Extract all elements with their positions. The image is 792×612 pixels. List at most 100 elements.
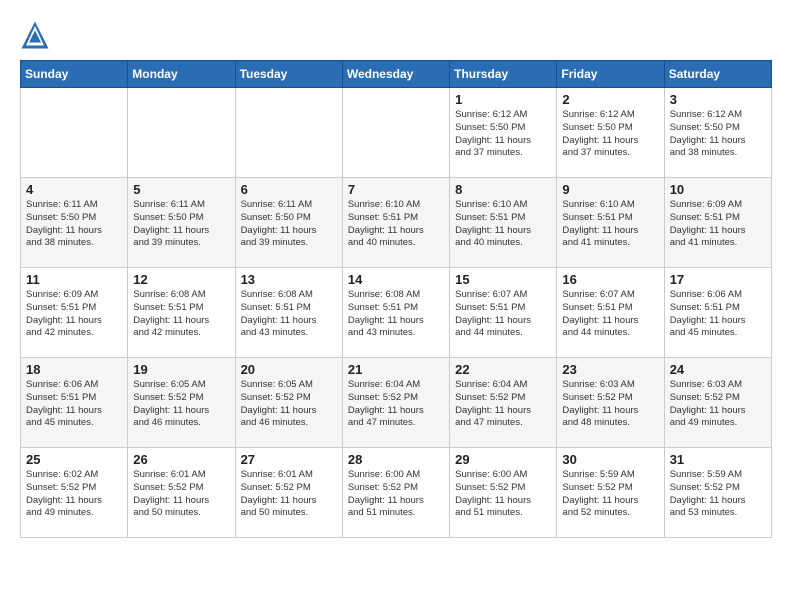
day-info: Sunrise: 6:03 AM Sunset: 5:52 PM Dayligh… xyxy=(562,379,658,430)
calendar-cell: 15 Sunrise: 6:07 AM Sunset: 5:51 PM Dayli… xyxy=(450,268,557,358)
day-number: 22 xyxy=(455,362,551,377)
day-number: 8 xyxy=(455,182,551,197)
day-info: Sunrise: 6:01 AM Sunset: 5:52 PM Dayligh… xyxy=(241,469,337,520)
day-number: 28 xyxy=(348,452,444,467)
calendar-cell: 16 Sunrise: 6:07 AM Sunset: 5:51 PM Dayli… xyxy=(557,268,664,358)
calendar-cell: 29 Sunrise: 6:00 AM Sunset: 5:52 PM Dayli… xyxy=(450,448,557,538)
calendar-cell: 14 Sunrise: 6:08 AM Sunset: 5:51 PM Dayli… xyxy=(342,268,449,358)
day-info: Sunrise: 6:10 AM Sunset: 5:51 PM Dayligh… xyxy=(348,199,444,250)
calendar-cell: 8 Sunrise: 6:10 AM Sunset: 5:51 PM Daylig… xyxy=(450,178,557,268)
day-info: Sunrise: 6:08 AM Sunset: 5:51 PM Dayligh… xyxy=(133,289,229,340)
day-info: Sunrise: 6:00 AM Sunset: 5:52 PM Dayligh… xyxy=(455,469,551,520)
calendar-cell xyxy=(128,88,235,178)
day-info: Sunrise: 6:11 AM Sunset: 5:50 PM Dayligh… xyxy=(133,199,229,250)
calendar-cell: 22 Sunrise: 6:04 AM Sunset: 5:52 PM Dayli… xyxy=(450,358,557,448)
calendar-cell: 3 Sunrise: 6:12 AM Sunset: 5:50 PM Daylig… xyxy=(664,88,771,178)
day-number: 31 xyxy=(670,452,766,467)
calendar-cell: 2Sunrise: 6:12 AM Sunset: 5:50 PM Daylig… xyxy=(557,88,664,178)
day-number: 26 xyxy=(133,452,229,467)
calendar-cell: 30 Sunrise: 5:59 AM Sunset: 5:52 PM Dayli… xyxy=(557,448,664,538)
calendar-cell: 5 Sunrise: 6:11 AM Sunset: 5:50 PM Daylig… xyxy=(128,178,235,268)
day-number: 11 xyxy=(26,272,122,287)
day-number: 23 xyxy=(562,362,658,377)
day-number: 17 xyxy=(670,272,766,287)
calendar-header-row: SundayMondayTuesdayWednesdayThursdayFrid… xyxy=(21,61,772,88)
day-info: Sunrise: 6:07 AM Sunset: 5:51 PM Dayligh… xyxy=(455,289,551,340)
day-number: 3 xyxy=(670,92,766,107)
calendar-cell: 7 Sunrise: 6:10 AM Sunset: 5:51 PM Daylig… xyxy=(342,178,449,268)
calendar-cell xyxy=(235,88,342,178)
day-number: 21 xyxy=(348,362,444,377)
day-info: Sunrise: 6:10 AM Sunset: 5:51 PM Dayligh… xyxy=(562,199,658,250)
day-info: Sunrise: 6:06 AM Sunset: 5:51 PM Dayligh… xyxy=(26,379,122,430)
day-info: Sunrise: 6:11 AM Sunset: 5:50 PM Dayligh… xyxy=(241,199,337,250)
day-number: 10 xyxy=(670,182,766,197)
day-number: 25 xyxy=(26,452,122,467)
calendar-cell: 26Sunrise: 6:01 AM Sunset: 5:52 PM Dayli… xyxy=(128,448,235,538)
day-header-wednesday: Wednesday xyxy=(342,61,449,88)
calendar-week-row: 25 Sunrise: 6:02 AM Sunset: 5:52 PM Dayli… xyxy=(21,448,772,538)
day-number: 14 xyxy=(348,272,444,287)
day-number: 16 xyxy=(562,272,658,287)
day-header-saturday: Saturday xyxy=(664,61,771,88)
calendar-cell: 4 Sunrise: 6:11 AM Sunset: 5:50 PM Daylig… xyxy=(21,178,128,268)
calendar-cell: 9Sunrise: 6:10 AM Sunset: 5:51 PM Daylig… xyxy=(557,178,664,268)
calendar-cell: 19Sunrise: 6:05 AM Sunset: 5:52 PM Dayli… xyxy=(128,358,235,448)
calendar-cell: 24Sunrise: 6:03 AM Sunset: 5:52 PM Dayli… xyxy=(664,358,771,448)
calendar-cell: 23 Sunrise: 6:03 AM Sunset: 5:52 PM Dayli… xyxy=(557,358,664,448)
day-info: Sunrise: 6:09 AM Sunset: 5:51 PM Dayligh… xyxy=(670,199,766,250)
day-number: 29 xyxy=(455,452,551,467)
logo xyxy=(20,20,54,50)
calendar-cell: 17 Sunrise: 6:06 AM Sunset: 5:51 PM Dayli… xyxy=(664,268,771,358)
calendar-cell: 27 Sunrise: 6:01 AM Sunset: 5:52 PM Dayli… xyxy=(235,448,342,538)
calendar-cell xyxy=(342,88,449,178)
calendar-cell: 12 Sunrise: 6:08 AM Sunset: 5:51 PM Dayli… xyxy=(128,268,235,358)
day-info: Sunrise: 6:05 AM Sunset: 5:52 PM Dayligh… xyxy=(133,379,229,430)
day-info: Sunrise: 6:05 AM Sunset: 5:52 PM Dayligh… xyxy=(241,379,337,430)
day-info: Sunrise: 6:00 AM Sunset: 5:52 PM Dayligh… xyxy=(348,469,444,520)
calendar-cell: 25 Sunrise: 6:02 AM Sunset: 5:52 PM Dayli… xyxy=(21,448,128,538)
day-info: Sunrise: 6:12 AM Sunset: 5:50 PM Dayligh… xyxy=(670,109,766,160)
calendar-cell: 28 Sunrise: 6:00 AM Sunset: 5:52 PM Dayli… xyxy=(342,448,449,538)
day-info: Sunrise: 6:08 AM Sunset: 5:51 PM Dayligh… xyxy=(348,289,444,340)
page-header xyxy=(20,20,772,50)
day-info: Sunrise: 6:12 AM Sunset: 5:50 PM Dayligh… xyxy=(562,109,658,160)
day-number: 13 xyxy=(241,272,337,287)
day-info: Sunrise: 6:04 AM Sunset: 5:52 PM Dayligh… xyxy=(348,379,444,430)
calendar-cell: 31Sunrise: 5:59 AM Sunset: 5:52 PM Dayli… xyxy=(664,448,771,538)
calendar-cell: 6 Sunrise: 6:11 AM Sunset: 5:50 PM Daylig… xyxy=(235,178,342,268)
calendar-cell: 13 Sunrise: 6:08 AM Sunset: 5:51 PM Dayli… xyxy=(235,268,342,358)
day-number: 15 xyxy=(455,272,551,287)
day-number: 1 xyxy=(455,92,551,107)
day-header-tuesday: Tuesday xyxy=(235,61,342,88)
day-number: 7 xyxy=(348,182,444,197)
day-number: 12 xyxy=(133,272,229,287)
calendar-cell: 20 Sunrise: 6:05 AM Sunset: 5:52 PM Dayli… xyxy=(235,358,342,448)
day-info: Sunrise: 6:11 AM Sunset: 5:50 PM Dayligh… xyxy=(26,199,122,250)
day-number: 4 xyxy=(26,182,122,197)
calendar-cell: 10 Sunrise: 6:09 AM Sunset: 5:51 PM Dayli… xyxy=(664,178,771,268)
day-number: 20 xyxy=(241,362,337,377)
day-header-sunday: Sunday xyxy=(21,61,128,88)
day-info: Sunrise: 6:07 AM Sunset: 5:51 PM Dayligh… xyxy=(562,289,658,340)
day-header-thursday: Thursday xyxy=(450,61,557,88)
calendar-cell: 11 Sunrise: 6:09 AM Sunset: 5:51 PM Dayli… xyxy=(21,268,128,358)
day-number: 27 xyxy=(241,452,337,467)
day-info: Sunrise: 6:09 AM Sunset: 5:51 PM Dayligh… xyxy=(26,289,122,340)
day-info: Sunrise: 6:08 AM Sunset: 5:51 PM Dayligh… xyxy=(241,289,337,340)
day-header-friday: Friday xyxy=(557,61,664,88)
day-info: Sunrise: 6:06 AM Sunset: 5:51 PM Dayligh… xyxy=(670,289,766,340)
calendar-week-row: 1 Sunrise: 6:12 AM Sunset: 5:50 PM Daylig… xyxy=(21,88,772,178)
calendar-week-row: 18Sunrise: 6:06 AM Sunset: 5:51 PM Dayli… xyxy=(21,358,772,448)
calendar-week-row: 11 Sunrise: 6:09 AM Sunset: 5:51 PM Dayli… xyxy=(21,268,772,358)
day-info: Sunrise: 6:02 AM Sunset: 5:52 PM Dayligh… xyxy=(26,469,122,520)
calendar-cell: 1Sunrise: 6:12 AM Sunset: 5:50 PM Daylig… xyxy=(450,88,557,178)
calendar-week-row: 4 Sunrise: 6:11 AM Sunset: 5:50 PM Daylig… xyxy=(21,178,772,268)
day-info: Sunrise: 5:59 AM Sunset: 5:52 PM Dayligh… xyxy=(562,469,658,520)
day-header-monday: Monday xyxy=(128,61,235,88)
day-info: Sunrise: 6:04 AM Sunset: 5:52 PM Dayligh… xyxy=(455,379,551,430)
day-info: Sunrise: 6:10 AM Sunset: 5:51 PM Dayligh… xyxy=(455,199,551,250)
day-number: 6 xyxy=(241,182,337,197)
day-number: 5 xyxy=(133,182,229,197)
day-number: 30 xyxy=(562,452,658,467)
